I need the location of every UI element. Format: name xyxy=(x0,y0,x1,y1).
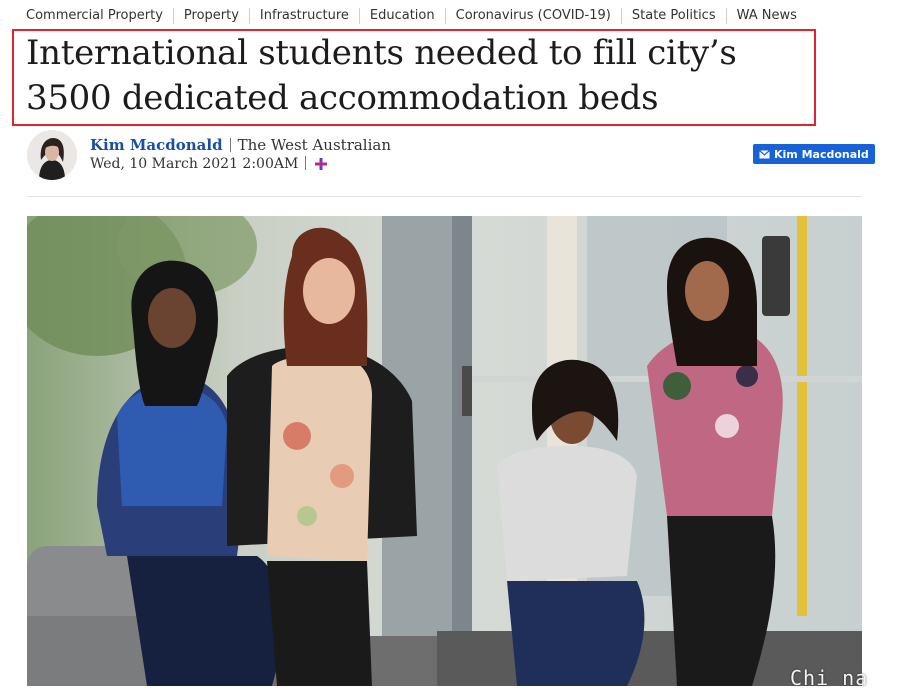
tag-coronavirus[interactable]: Coronavirus (COVID-19) xyxy=(444,8,621,24)
author-portrait-icon xyxy=(27,130,77,180)
headline-line-1: International students needed to fill ci… xyxy=(26,33,737,73)
tag-wa-news[interactable]: WA News xyxy=(725,8,807,24)
plus-icon xyxy=(315,157,328,175)
tag-infrastructure[interactable]: Infrastructure xyxy=(248,8,359,24)
byline-divider xyxy=(229,138,231,152)
follow-button-label: Kim Macdonald xyxy=(774,147,869,161)
tag-education[interactable]: Education xyxy=(358,8,445,24)
byline-separator xyxy=(27,196,862,197)
article-hero-photo xyxy=(27,216,862,686)
author-line: Kim Macdonald The West Australian xyxy=(90,136,391,154)
hero-photo-illustration xyxy=(27,216,862,686)
mail-icon xyxy=(759,149,770,158)
publication-name: The West Australian xyxy=(237,136,391,154)
tag-commercial-property[interactable]: Commercial Property xyxy=(26,8,173,24)
author-name-link[interactable]: Kim Macdonald xyxy=(90,136,223,154)
headline-line-2: 3500 dedicated accommodation beds xyxy=(26,78,659,118)
tag-state-politics[interactable]: State Politics xyxy=(620,8,726,24)
topic-tags: Commercial Property Property Infrastruct… xyxy=(26,6,807,26)
date-divider xyxy=(305,156,307,170)
article-headline: International students needed to fill ci… xyxy=(26,31,806,121)
publish-date: Wed, 10 March 2021 2:00AM xyxy=(90,156,299,172)
follow-author-button[interactable]: Kim Macdonald xyxy=(753,144,875,164)
photo-watermark: Chi na xyxy=(790,666,869,690)
publish-date-line: Wed, 10 March 2021 2:00AM xyxy=(90,155,328,175)
tag-property[interactable]: Property xyxy=(172,8,249,24)
author-avatar[interactable] xyxy=(27,130,77,180)
